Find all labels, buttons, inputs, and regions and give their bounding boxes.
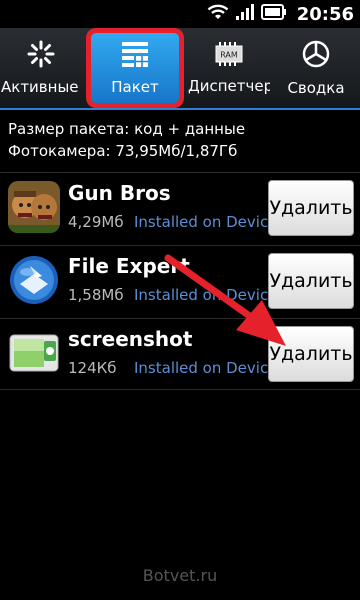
app-size: 124Кб <box>68 359 117 377</box>
storage-usage: Фотокамера: 73,95Мб/1,87Гб <box>8 142 238 160</box>
wifi-icon <box>207 3 229 25</box>
screenshot-app-icon <box>8 327 60 379</box>
app-size: 4,29Мб <box>68 213 124 231</box>
app-size: 1,58Мб <box>68 286 124 304</box>
app-name: screenshot <box>68 327 193 351</box>
tab-label: Сводка <box>287 79 345 97</box>
tab-label: Пакет <box>111 78 159 96</box>
app-row-screenshot[interactable]: screenshot 124Кб Installed on Device Уда… <box>0 318 360 390</box>
status-time: 20:56 <box>296 3 354 25</box>
package-info: Размер пакета: код + данные Фотокамера: … <box>0 110 360 170</box>
package-grid-icon <box>120 40 150 72</box>
status-bar: 20:56 <box>0 0 360 28</box>
tab-active-processes[interactable]: Активные п <box>0 28 83 108</box>
tab-task-manager[interactable]: RAM Диспетчер С <box>188 28 270 108</box>
gun-bros-icon <box>8 181 60 233</box>
tab-bar: Активные п Пакет <box>0 28 360 110</box>
app-location: Installed on Device <box>134 213 278 231</box>
app-row-gun-bros[interactable]: Gun Bros 4,29Мб Installed on Device Удал… <box>0 172 360 244</box>
ram-chip-text: RAM <box>220 51 238 60</box>
uninstall-button[interactable]: Удалить <box>268 326 354 382</box>
signal-icon <box>235 3 255 25</box>
package-size-caption: Размер пакета: код + данные <box>8 120 246 138</box>
app-location: Installed on Device <box>134 286 278 304</box>
app-row-file-expert[interactable]: File Expert 1,58Мб Installed on Device У… <box>0 245 360 317</box>
tab-package[interactable]: Пакет <box>86 28 184 108</box>
app-name: File Expert <box>68 254 190 278</box>
app-name: Gun Bros <box>68 181 171 205</box>
app-location: Installed on Device <box>134 359 278 377</box>
uninstall-button[interactable]: Удалить <box>268 180 354 236</box>
file-expert-icon <box>8 254 60 306</box>
pie-chart-icon <box>301 39 331 73</box>
tab-label: Активные п <box>1 78 83 96</box>
ram-chip-icon: RAM <box>214 41 244 71</box>
spinner-icon <box>27 40 55 72</box>
watermark: Botvet.ru <box>142 566 218 585</box>
uninstall-button[interactable]: Удалить <box>268 253 354 309</box>
tab-label: Диспетчер С <box>188 77 270 95</box>
battery-icon <box>260 4 287 24</box>
tab-summary[interactable]: Сводка <box>276 28 356 108</box>
